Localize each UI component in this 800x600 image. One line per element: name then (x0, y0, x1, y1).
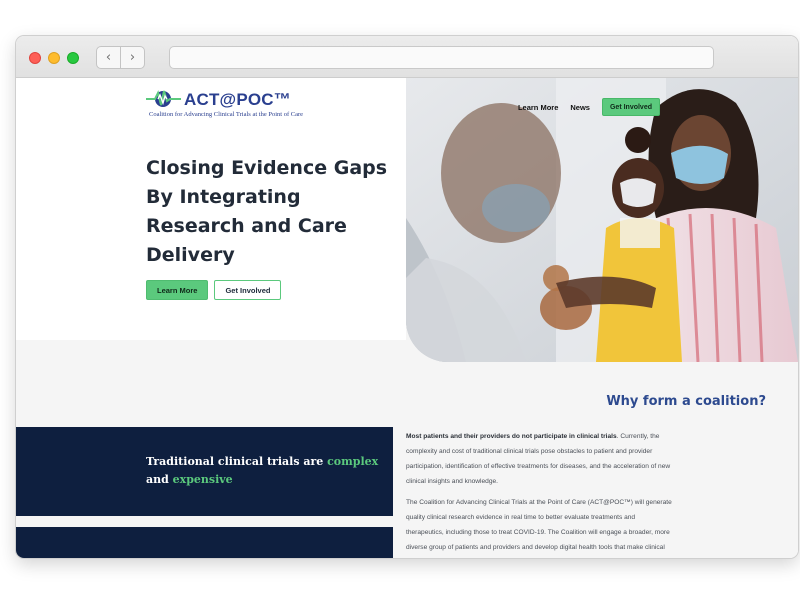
panel-accent-complex: complex (327, 455, 379, 468)
paragraph-2: The Coalition for Advancing Clinical Tri… (406, 499, 672, 551)
learn-more-button[interactable]: Learn More (146, 280, 209, 300)
panel-heading: Traditional clinical trials are complex … (146, 453, 386, 489)
section-title: Why form a coalition? (16, 394, 766, 409)
logo-tagline: Coalition for Advancing Clinical Trials … (149, 111, 303, 118)
paragraph-1-bold: Most patients and their providers do not… (406, 433, 617, 440)
family-clinic-photo (406, 78, 798, 362)
nav-news-link[interactable]: News (570, 103, 590, 112)
hero-section: ACT@POC™ Coalition for Advancing Clinica… (16, 78, 406, 340)
browser-toolbar: ‹ › (16, 36, 798, 78)
maximize-window-button[interactable] (67, 52, 79, 64)
site-logo[interactable]: ACT@POC™ Coalition for Advancing Clinica… (146, 87, 303, 118)
paragraph-1-rest: . Currently, the complexity and cost of … (406, 433, 671, 485)
web-page: ACT@POC™ Coalition for Advancing Clinica… (16, 78, 798, 558)
hero-photo: Learn More News Get Involved (406, 78, 798, 362)
back-arrow-icon[interactable]: ‹ (97, 47, 120, 68)
nav-learn-more-link[interactable]: Learn More (518, 103, 558, 112)
get-involved-button[interactable]: Get Involved (214, 280, 282, 300)
hero-headline: Closing Evidence Gaps By Integrating Res… (146, 157, 388, 266)
top-navigation: Learn More News Get Involved (518, 98, 660, 116)
panel-mid: and (146, 473, 173, 486)
nav-get-involved-button[interactable]: Get Involved (601, 98, 660, 116)
address-bar[interactable] (169, 46, 714, 69)
logo-wordmark: ACT@POC™ (184, 90, 291, 109)
forward-arrow-icon[interactable]: › (120, 47, 144, 68)
close-window-button[interactable] (29, 52, 41, 64)
section-title-text: Why form a coalition? (606, 394, 766, 409)
history-nav: ‹ › (96, 46, 145, 69)
panel-accent-expensive: expensive (172, 473, 233, 486)
hero-buttons: Learn More Get Involved (146, 280, 282, 300)
feature-panel-2 (16, 527, 393, 558)
panel-prefix: Traditional clinical trials are (146, 455, 328, 468)
paragraph-1: Most patients and their providers do not… (406, 429, 674, 489)
minimize-window-button[interactable] (48, 52, 60, 64)
heartbeat-icon (146, 90, 181, 107)
feature-panel: Traditional clinical trials are complex … (16, 427, 393, 516)
browser-window: ‹ › ACT@POC™ Coalition for Advancing Cli… (16, 36, 798, 558)
coalition-description: Most patients and their providers do not… (406, 429, 674, 558)
